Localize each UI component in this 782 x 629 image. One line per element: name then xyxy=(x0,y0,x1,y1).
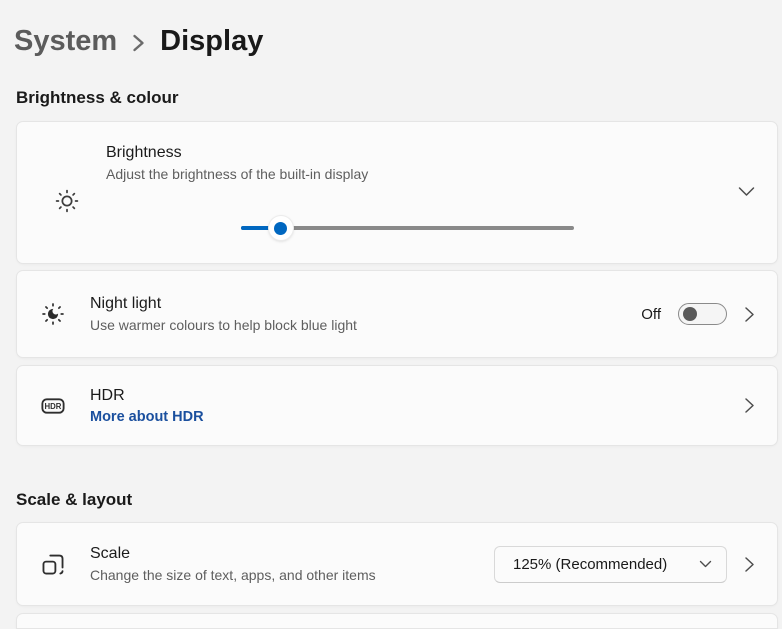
breadcrumb-system[interactable]: System xyxy=(14,21,117,61)
scale-subtitle: Change the size of text, apps, and other… xyxy=(90,565,376,585)
section-title-brightness-colour: Brightness & colour xyxy=(16,88,178,108)
brightness-sun-icon xyxy=(54,188,80,214)
scale-card[interactable]: Scale Change the size of text, apps, and… xyxy=(16,522,778,606)
hdr-title: HDR xyxy=(90,385,204,406)
night-light-subtitle: Use warmer colours to help block blue li… xyxy=(90,315,357,335)
breadcrumb-chevron-icon xyxy=(132,32,145,54)
brightness-title: Brightness xyxy=(106,142,368,163)
svg-text:HDR: HDR xyxy=(45,402,62,411)
night-light-icon xyxy=(40,301,66,327)
scale-dropdown[interactable]: 125% (Recommended) xyxy=(494,546,727,583)
brightness-subtitle: Adjust the brightness of the built-in di… xyxy=(106,164,368,184)
scale-icon xyxy=(40,551,66,577)
hdr-icon: HDR xyxy=(40,393,66,419)
toggle-knob xyxy=(683,307,697,321)
hdr-controls xyxy=(744,397,755,414)
scale-title: Scale xyxy=(90,543,376,564)
scale-chevron-right-icon[interactable] xyxy=(744,556,755,573)
dropdown-chevron-down-icon xyxy=(699,560,712,568)
night-light-text-block: Night light Use warmer colours to help b… xyxy=(90,293,357,335)
hdr-card[interactable]: HDR HDR More about HDR xyxy=(16,365,778,446)
breadcrumb: System Display xyxy=(14,21,263,61)
night-light-chevron-right-icon[interactable] xyxy=(744,306,755,323)
brightness-card[interactable]: Brightness Adjust the brightness of the … xyxy=(16,121,778,264)
scale-controls: 125% (Recommended) xyxy=(494,546,755,583)
scale-text-block: Scale Change the size of text, apps, and… xyxy=(90,543,376,585)
hdr-text-block: HDR More about HDR xyxy=(90,385,204,427)
brightness-expand-chevron-down-icon[interactable] xyxy=(738,186,755,197)
next-card-peek[interactable] xyxy=(16,613,778,629)
brightness-text-block: Brightness Adjust the brightness of the … xyxy=(106,142,368,184)
brightness-slider[interactable] xyxy=(241,216,574,241)
night-light-card[interactable]: Night light Use warmer colours to help b… xyxy=(16,270,778,358)
settings-page: System Display Brightness & colour xyxy=(0,0,782,622)
night-light-title: Night light xyxy=(90,293,357,314)
brightness-slider-thumb[interactable] xyxy=(269,216,293,240)
night-light-toggle[interactable] xyxy=(678,303,727,325)
section-title-scale-layout: Scale & layout xyxy=(16,490,132,510)
scale-dropdown-value: 125% (Recommended) xyxy=(513,556,667,573)
breadcrumb-display: Display xyxy=(160,21,263,61)
hdr-more-link[interactable]: More about HDR xyxy=(90,407,204,427)
night-light-controls: Off xyxy=(641,303,755,325)
hdr-chevron-right-icon[interactable] xyxy=(744,397,755,414)
night-light-toggle-label: Off xyxy=(641,306,661,323)
